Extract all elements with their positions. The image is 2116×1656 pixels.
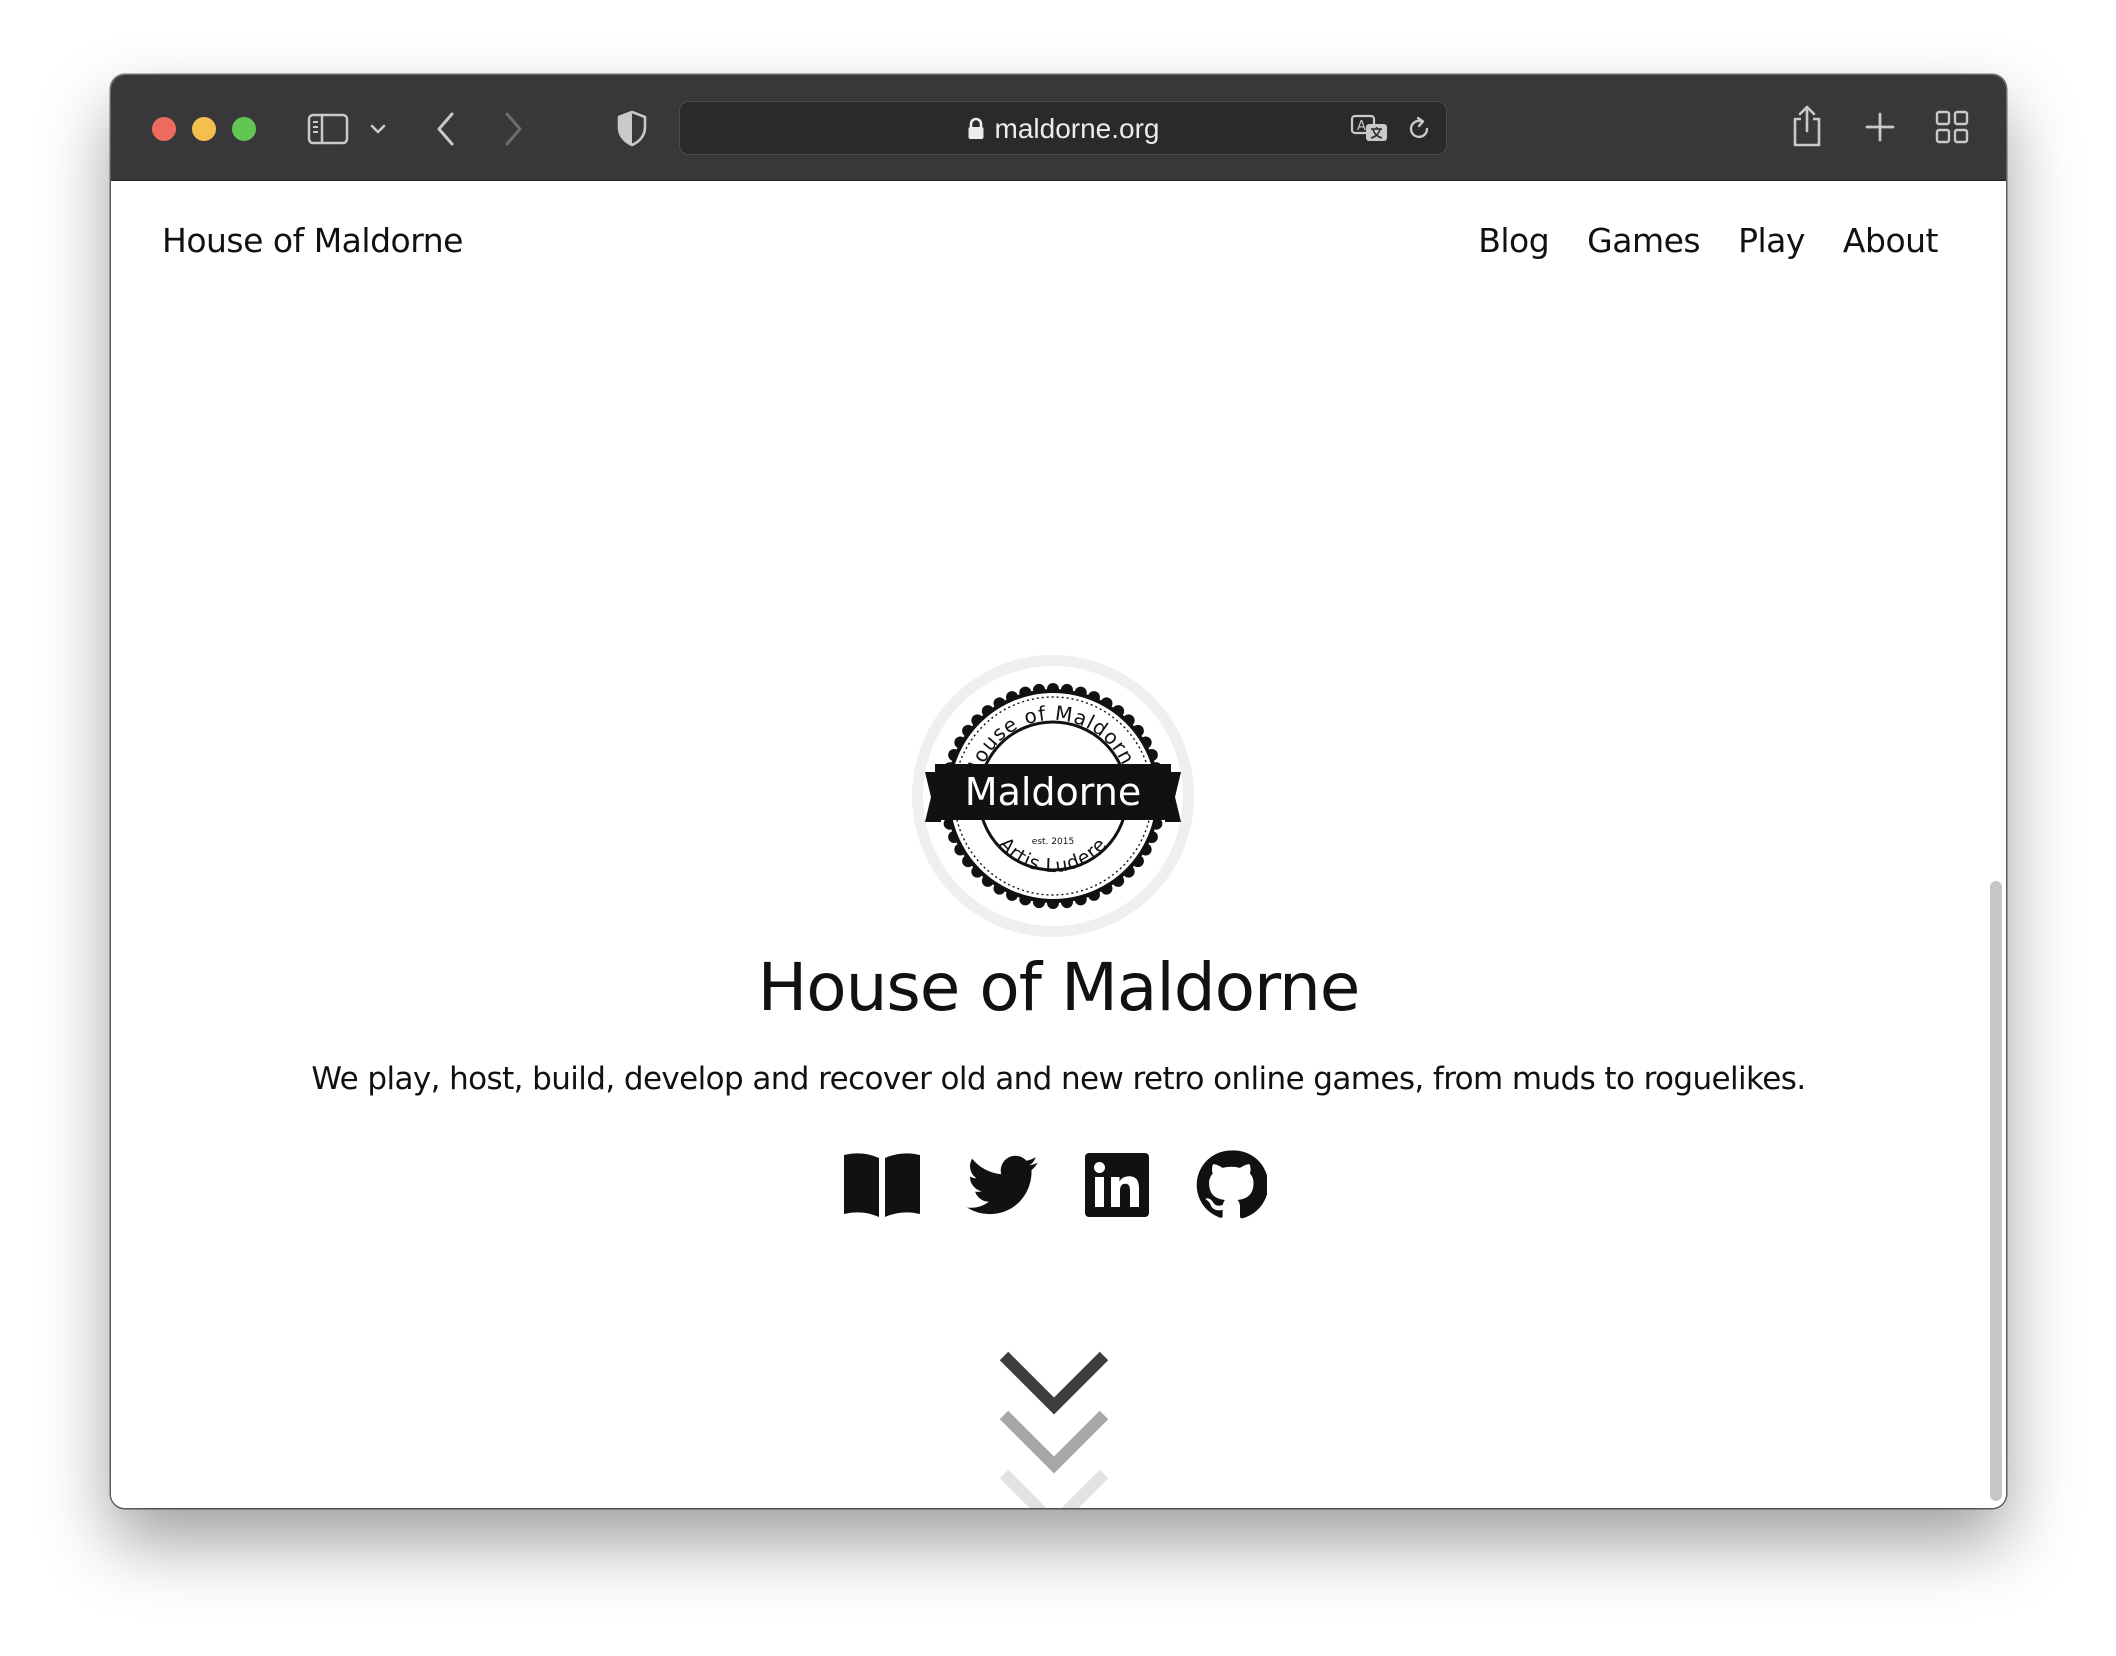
site-brand-link[interactable]: House of Maldorne — [162, 221, 463, 260]
lock-icon — [968, 117, 983, 139]
chevron-down-icon — [999, 1410, 1109, 1474]
sidebar-icon[interactable] — [307, 113, 349, 145]
browser-toolbar: maldorne.org A — [111, 75, 2006, 181]
url-text: maldorne.org — [994, 113, 1160, 144]
scroll-down-hint[interactable] — [999, 1346, 1109, 1508]
forward-arrow-icon[interactable] — [500, 109, 526, 149]
web-page: House of Maldorne Blog Games Play About — [111, 181, 2006, 1508]
hero-subtitle: We play, host, build, develop and recove… — [311, 1061, 1806, 1097]
twitter-icon[interactable] — [967, 1149, 1039, 1221]
logo-established-text: est. 2015 — [1032, 837, 1074, 847]
linkedin-icon[interactable] — [1081, 1149, 1153, 1221]
hero-title: House of Maldorne — [757, 949, 1361, 1026]
screenshot-background: maldorne.org A House of Maldorne Blog Ga… — [0, 0, 2116, 1656]
nav-play-link[interactable]: Play — [1738, 221, 1805, 260]
privacy-shield-icon[interactable] — [615, 109, 649, 147]
address-bar[interactable]: maldorne.org A — [679, 101, 1447, 155]
share-icon[interactable] — [1789, 103, 1825, 149]
chevron-down-icon — [999, 1351, 1109, 1415]
page-scrollbar[interactable] — [1990, 881, 2002, 1501]
close-window-button[interactable] — [152, 117, 176, 141]
svg-text:A: A — [1357, 119, 1366, 134]
minimize-window-button[interactable] — [192, 117, 216, 141]
browser-window: maldorne.org A House of Maldorne Blog Ga… — [111, 75, 2006, 1508]
github-icon[interactable] — [1195, 1149, 1267, 1221]
reload-icon[interactable] — [1404, 114, 1434, 144]
book-icon[interactable] — [842, 1149, 922, 1221]
chevron-down-icon[interactable] — [369, 120, 387, 138]
chevron-down-icon — [999, 1469, 1109, 1508]
new-tab-plus-icon[interactable] — [1864, 111, 1896, 143]
tab-overview-icon[interactable] — [1935, 110, 1969, 144]
logo-banner-text: Maldorne — [965, 770, 1141, 814]
translate-icon[interactable]: A — [1350, 113, 1390, 145]
site-navigation: Blog Games Play About — [1478, 221, 1938, 260]
nav-games-link[interactable]: Games — [1587, 221, 1700, 260]
back-arrow-icon[interactable] — [433, 109, 459, 149]
nav-about-link[interactable]: About — [1843, 221, 1939, 260]
nav-blog-link[interactable]: Blog — [1478, 221, 1549, 260]
maldorne-logo: House of Maldorne Artis Ludere Maldorne … — [912, 655, 1194, 937]
zoom-window-button[interactable] — [232, 117, 256, 141]
